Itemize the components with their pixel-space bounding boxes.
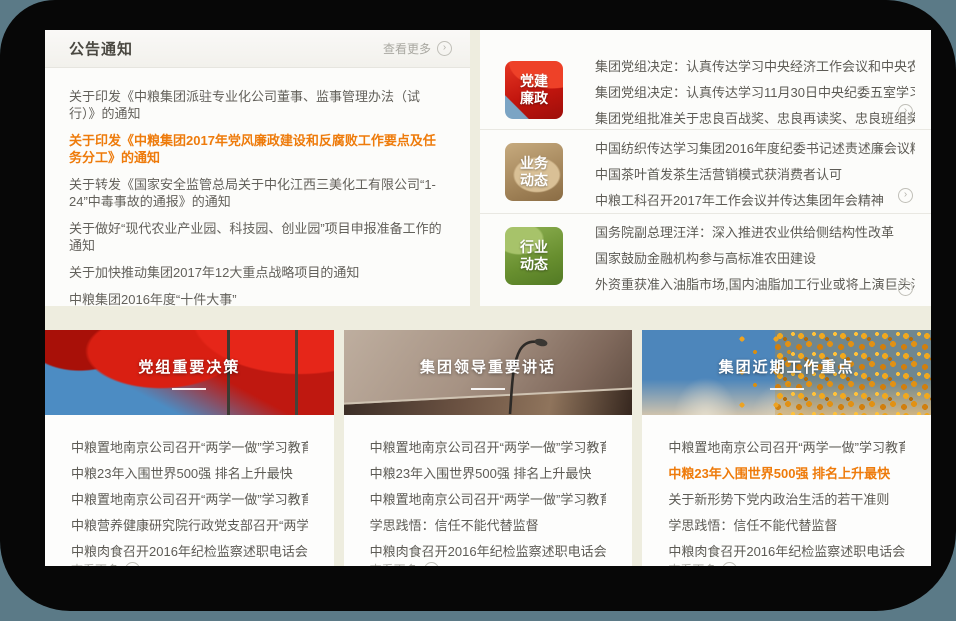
column-party-decisions: 党组重要决策 中粮置地南京公司召开“两学一做”学习教育第三 ... 中粮23年入…	[45, 330, 334, 566]
list-item[interactable]: 中粮肉食召开2016年纪检监察述职电话会议	[370, 543, 607, 560]
window-frame: 公告通知 查看更多 › 关于印发《中粮集团派驻专业化公司董事、监事管理办法（试行…	[0, 0, 956, 611]
list-item[interactable]: 中粮23年入围世界500强 排名上升最快	[668, 465, 905, 482]
column-more-link[interactable]: 查看更多 ›	[344, 561, 633, 566]
announcement-item[interactable]: 关于加快推动集团2017年12大重点战略项目的通知	[69, 264, 446, 281]
title-underline	[770, 388, 804, 390]
announcement-item[interactable]: 关于转发《国家安全监管总局关于中化江西三美化工有限公司“1-24”中毒事故的通报…	[69, 176, 446, 210]
column-more-link[interactable]: 查看更多 ›	[642, 561, 931, 566]
list-item[interactable]: 中粮置地南京公司召开“两学一做”学习教育第三 ...	[71, 491, 308, 508]
news-item[interactable]: 中国茶叶首发茶生活营销模式获消费者认可	[595, 162, 915, 188]
announcements-title: 公告通知	[69, 38, 133, 59]
circle-arrow-icon[interactable]: ›	[898, 188, 913, 203]
announcements-list: 关于印发《中粮集团派驻专业化公司董事、监事管理办法（试行）》的通知 关于印发《中…	[45, 68, 470, 306]
circle-arrow-icon: ›	[437, 41, 452, 56]
badge-label-line: 廉政	[520, 90, 548, 107]
column-list: 中粮置地南京公司召开“两学一做”学习教育第三 ... 中粮23年入围世界500强…	[642, 415, 931, 560]
more-label: 查看更多	[71, 561, 119, 566]
more-label: 查看更多	[668, 561, 716, 566]
industry-news-badge[interactable]: 行业 动态	[505, 227, 563, 285]
badge-label-line: 行业	[520, 239, 548, 256]
news-lines: 国务院副总理汪洋：深入推进农业供给侧结构性改革 国家鼓励金融机构参与高标准农田建…	[563, 220, 915, 298]
column-title: 党组重要决策	[138, 356, 240, 377]
list-item[interactable]: 中粮肉食召开2016年纪检监察述职电话会议	[71, 543, 308, 560]
grain-banner-image: 集团近期工作重点	[642, 330, 931, 415]
news-item[interactable]: 国家鼓励金融机构参与高标准农田建设	[595, 246, 915, 272]
circle-arrow-icon: ›	[722, 562, 737, 566]
news-section-industry: 行业 动态 国务院副总理汪洋：深入推进农业供给侧结构性改革 国家鼓励金融机构参与…	[480, 214, 931, 306]
circle-arrow-icon: ›	[424, 562, 439, 566]
list-item[interactable]: 中粮置地南京公司召开“两学一做”学习教育第三 ...	[370, 439, 607, 456]
news-item[interactable]: 集团党组决定：认真传达学习11月30日中央纪委五室学习纪要	[595, 80, 915, 106]
news-panel: 党建 廉政 集团党组决定：认真传达学习中央经济工作会议和中央农村工作委员会...…	[480, 30, 931, 306]
column-leader-speeches: 集团领导重要讲话 中粮置地南京公司召开“两学一做”学习教育第三 ... 中粮23…	[344, 330, 633, 566]
news-item[interactable]: 中国纺织传达学习集团2016年度纪委书记述责述廉会议精神	[595, 136, 915, 162]
announcements-panel: 公告通知 查看更多 › 关于印发《中粮集团派驻专业化公司董事、监事管理办法（试行…	[45, 30, 470, 306]
news-item[interactable]: 外资重获准入油脂市场,国内油脂加工行业或将上演巨头混战	[595, 272, 915, 298]
portal-page: 公告通知 查看更多 › 关于印发《中粮集团派驻专业化公司董事、监事管理办法（试行…	[45, 30, 931, 566]
list-item[interactable]: 学思践悟：信任不能代替监督	[370, 517, 607, 534]
column-list: 中粮置地南京公司召开“两学一做”学习教育第三 ... 中粮23年入围世界500强…	[45, 415, 334, 560]
list-item[interactable]: 中粮肉食召开2016年纪检监察述职电话会议	[668, 543, 905, 560]
podium-microphone-banner-image: 集团领导重要讲话	[344, 330, 633, 415]
announcement-item[interactable]: 关于做好“现代农业产业园、科技园、创业园”项目申报准备工作的通知	[69, 220, 446, 254]
more-label: 查看更多	[383, 40, 431, 57]
badge-label-line: 业务	[520, 155, 548, 172]
news-item[interactable]: 集团党组批准关于忠良百战奖、忠良再读奖、忠良班组奖和忠良百战奖...	[595, 106, 915, 132]
column-work-priorities: 集团近期工作重点 中粮置地南京公司召开“两学一做”学习教育第三 ... 中粮23…	[642, 330, 931, 566]
column-title: 集团领导重要讲话	[420, 356, 556, 377]
list-item[interactable]: 中粮置地南京公司召开“两学一做”学习教育第三 ...	[71, 439, 308, 456]
business-news-badge[interactable]: 业务 动态	[505, 143, 563, 201]
list-item[interactable]: 关于新形势下党内政治生活的若干准则	[668, 491, 905, 508]
announcement-item[interactable]: 关于印发《中粮集团2017年党风廉政建设和反腐败工作要点及任务分工》的通知	[69, 132, 446, 166]
list-item[interactable]: 学思践悟：信任不能代替监督	[668, 517, 905, 534]
announcements-more-link[interactable]: 查看更多 ›	[383, 40, 452, 57]
announcement-item[interactable]: 中粮集团2016年度“十件大事”	[69, 291, 446, 306]
badge-label-line: 动态	[520, 172, 548, 189]
circle-arrow-icon: ›	[125, 562, 140, 566]
badge-label-line: 党建	[520, 73, 548, 90]
title-underline	[471, 388, 505, 390]
news-item[interactable]: 中粮工科召开2017年工作会议并传达集团年会精神	[595, 188, 915, 214]
list-item[interactable]: 中粮置地南京公司召开“两学一做”学习教育第三 ...	[370, 491, 607, 508]
news-lines: 中国纺织传达学习集团2016年度纪委书记述责述廉会议精神 中国茶叶首发茶生活营销…	[563, 136, 915, 214]
news-item[interactable]: 集团党组决定：认真传达学习中央经济工作会议和中央农村工作委员会...	[595, 54, 915, 80]
list-item[interactable]: 中粮23年入围世界500强 排名上升最快	[71, 465, 308, 482]
news-section-business: 业务 动态 中国纺织传达学习集团2016年度纪委书记述责述廉会议精神 中国茶叶首…	[480, 130, 931, 214]
title-underline	[172, 388, 206, 390]
column-title: 集团近期工作重点	[719, 356, 855, 377]
circle-arrow-icon[interactable]: ›	[898, 281, 913, 296]
column-more-link[interactable]: 查看更多 ›	[45, 561, 334, 566]
badge-label-line: 动态	[520, 256, 548, 273]
more-label: 查看更多	[370, 561, 418, 566]
news-section-party: 党建 廉政 集团党组决定：认真传达学习中央经济工作会议和中央农村工作委员会...…	[480, 30, 931, 130]
party-building-badge[interactable]: 党建 廉政	[505, 61, 563, 119]
list-item[interactable]: 中粮置地南京公司召开“两学一做”学习教育第三 ...	[668, 439, 905, 456]
announcement-item[interactable]: 关于印发《中粮集团派驻专业化公司董事、监事管理办法（试行）》的通知	[69, 88, 446, 122]
list-item[interactable]: 中粮23年入围世界500强 排名上升最快	[370, 465, 607, 482]
list-item[interactable]: 中粮营养健康研究院行政党支部召开“两学一做” ...	[71, 517, 308, 534]
red-flags-banner-image: 党组重要决策	[45, 330, 334, 415]
news-item[interactable]: 国务院副总理汪洋：深入推进农业供给侧结构性改革	[595, 220, 915, 246]
bottom-columns: 党组重要决策 中粮置地南京公司召开“两学一做”学习教育第三 ... 中粮23年入…	[45, 330, 931, 566]
news-lines: 集团党组决定：认真传达学习中央经济工作会议和中央农村工作委员会... 集团党组决…	[563, 54, 915, 132]
column-list: 中粮置地南京公司召开“两学一做”学习教育第三 ... 中粮23年入围世界500强…	[344, 415, 633, 560]
circle-arrow-icon[interactable]: ›	[898, 104, 913, 119]
announcements-header: 公告通知 查看更多 ›	[45, 30, 470, 68]
